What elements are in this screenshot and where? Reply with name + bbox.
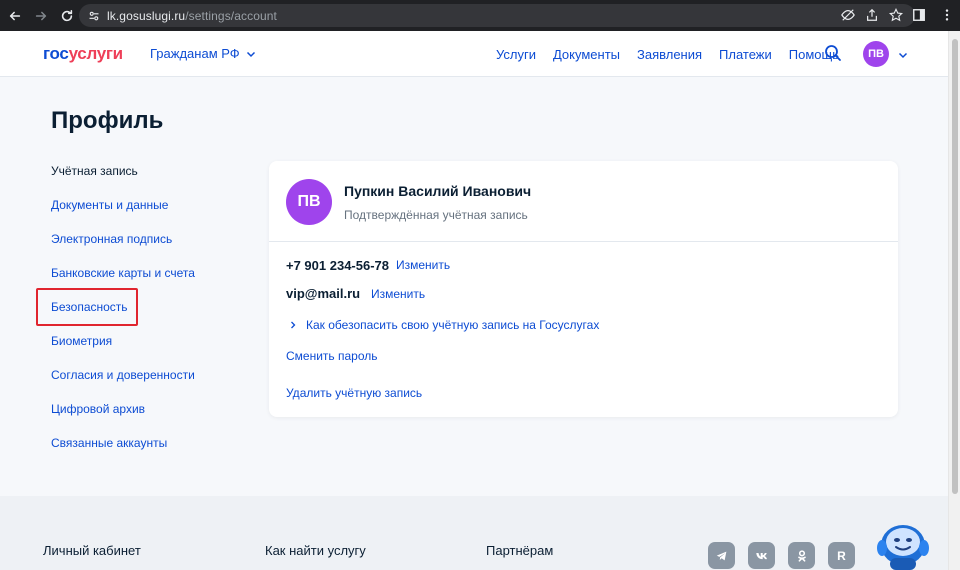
change-email-link[interactable]: Изменить — [371, 287, 425, 301]
footer-partners[interactable]: Партнёрам — [486, 543, 553, 558]
profile-card: ПВ Пупкин Василий Иванович Подтверждённа… — [269, 161, 898, 417]
tune-icon[interactable] — [88, 10, 100, 22]
sidebar-item-biometrics[interactable]: Биометрия — [51, 334, 112, 348]
chevron-down-icon[interactable] — [898, 50, 908, 60]
card-divider — [269, 241, 898, 242]
site-footer: Личный кабинет Как найти услугу Партнёра… — [0, 496, 948, 570]
site-header: госуслуги Гражданам РФ Услуги Документы … — [0, 31, 948, 77]
security-highlight-box — [36, 288, 138, 326]
telegram-icon[interactable] — [708, 542, 735, 569]
rutube-icon[interactable]: R — [828, 542, 855, 569]
forward-button[interactable] — [30, 5, 52, 27]
change-password-link[interactable]: Сменить пароль — [286, 349, 378, 363]
arrow-right-icon — [35, 11, 47, 20]
gosuslugi-logo[interactable]: госуслуги — [43, 44, 123, 64]
sidebar-item-digital-archive[interactable]: Цифровой архив — [51, 402, 145, 416]
footer-find-service[interactable]: Как найти услугу — [265, 543, 366, 558]
eye-off-icon[interactable] — [841, 8, 855, 22]
sidebar-item-esignature[interactable]: Электронная подпись — [51, 232, 172, 246]
url-text: lk.gosuslugi.ru/settings/account — [107, 8, 277, 23]
arrow-left-icon — [9, 11, 21, 20]
chevron-right-icon — [291, 321, 296, 329]
vk-icon[interactable] — [748, 542, 775, 569]
ok-icon[interactable] — [788, 542, 815, 569]
reload-icon — [61, 9, 73, 21]
sidebar-item-bank-cards[interactable]: Банковские карты и счета — [51, 266, 195, 280]
sidebar-item-account[interactable]: Учётная запись — [51, 164, 138, 178]
email-address: vip@mail.ru — [286, 286, 361, 301]
nav-payments[interactable]: Платежи — [719, 47, 772, 62]
browser-toolbar: lk.gosuslugi.ru/settings/account — [0, 0, 960, 31]
sidebar-item-documents[interactable]: Документы и данные — [51, 198, 168, 212]
reload-button[interactable] — [56, 5, 78, 27]
page-title: Профиль — [51, 107, 164, 134]
profile-avatar: ПВ — [286, 179, 332, 225]
scrollbar-thumb[interactable] — [952, 39, 958, 494]
nav-documents[interactable]: Документы — [553, 47, 620, 62]
footer-personal-account[interactable]: Личный кабинет — [43, 543, 141, 558]
region-selector[interactable]: Гражданам РФ — [150, 46, 256, 61]
nav-services[interactable]: Услуги — [496, 47, 536, 62]
search-icon[interactable] — [824, 44, 842, 62]
delete-account-link[interactable]: Удалить учётную запись — [286, 386, 422, 400]
sidebar-icon[interactable] — [912, 8, 926, 22]
change-phone-link[interactable]: Изменить — [396, 258, 450, 272]
user-avatar[interactable]: ПВ — [863, 41, 889, 67]
sidebar-item-consents[interactable]: Согласия и доверенности — [51, 368, 195, 382]
region-label: Гражданам РФ — [150, 46, 240, 61]
nav-applications[interactable]: Заявления — [637, 47, 702, 62]
star-icon[interactable] — [889, 8, 903, 22]
address-bar[interactable]: lk.gosuslugi.ru/settings/account — [79, 4, 915, 27]
account-status: Подтверждённая учётная запись — [344, 208, 528, 222]
user-full-name: Пупкин Василий Иванович — [344, 183, 532, 199]
security-tips-label: Как обезопасить свою учётную запись на Г… — [306, 318, 600, 332]
top-navigation: Услуги Документы Заявления Платежи Помощ… — [496, 47, 839, 62]
security-tips-link[interactable]: Как обезопасить свою учётную запись на Г… — [289, 318, 599, 332]
chevron-down-icon — [246, 51, 255, 57]
share-icon[interactable] — [865, 8, 879, 22]
phone-number: +7 901 234-56-78 — [286, 258, 390, 273]
assistant-robot-icon[interactable] — [874, 512, 932, 570]
page-scrollbar[interactable] — [948, 31, 960, 570]
back-button[interactable] — [4, 5, 26, 27]
sidebar-item-linked-accounts[interactable]: Связанные аккаунты — [51, 436, 167, 450]
more-vert-icon[interactable] — [940, 8, 954, 22]
